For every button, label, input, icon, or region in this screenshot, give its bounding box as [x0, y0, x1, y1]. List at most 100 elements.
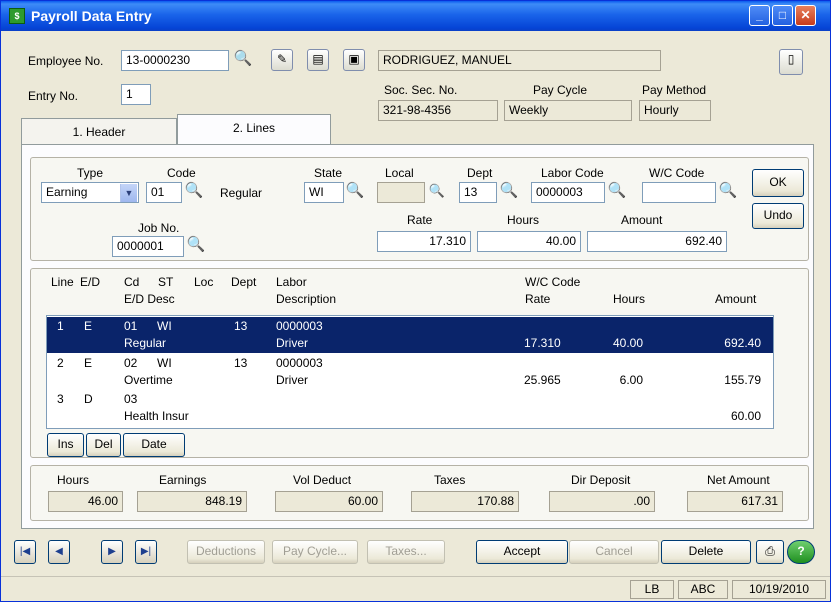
row-line: 2	[57, 356, 64, 370]
hours-field[interactable]: 40.00	[477, 231, 581, 252]
previous-record-icon: ◀	[55, 546, 63, 557]
accept-button[interactable]: Accept	[476, 540, 568, 564]
title-bar[interactable]: $ Payroll Data Entry _ □ ✕	[1, 1, 830, 31]
local-field	[377, 182, 425, 203]
row-st: WI	[157, 356, 172, 370]
rate-label: Rate	[407, 213, 433, 227]
last-record-icon: ▶|	[140, 546, 152, 557]
rate-field[interactable]: 17.310	[377, 231, 471, 252]
payroll-data-entry-window: $ Payroll Data Entry _ □ ✕ Employee No. …	[0, 0, 831, 602]
state-field[interactable]: WI	[304, 182, 344, 203]
help-icon: ?	[797, 544, 805, 558]
print-button[interactable]: ⎙	[756, 540, 784, 564]
pay-cycle-button[interactable]: Pay Cycle...	[272, 540, 358, 564]
row-amount: 692.40	[724, 336, 761, 350]
job-search-button[interactable]: 🔍	[185, 235, 207, 257]
minimize-button[interactable]: _	[749, 5, 770, 26]
row-ed-desc: Health Insur	[124, 409, 189, 423]
tab-lines[interactable]: 2. Lines	[177, 114, 331, 144]
net-amount-label: Net Amount	[707, 473, 770, 487]
maximize-button[interactable]: □	[772, 5, 793, 26]
table-row[interactable]: 2 E 02 WI 13 0000003 Overtime Driver 25.…	[47, 354, 773, 390]
deductions-button[interactable]: Deductions	[187, 540, 265, 564]
search-icon: 🔍	[718, 182, 738, 199]
col-ed-desc: E/D Desc	[124, 292, 175, 306]
code-field[interactable]: 01	[146, 182, 182, 203]
dept-search-button[interactable]: 🔍	[498, 181, 520, 203]
col-loc: Loc	[194, 275, 214, 289]
taxes-button[interactable]: Taxes...	[367, 540, 445, 564]
local-label: Local	[385, 166, 414, 180]
amount-field[interactable]: 692.40	[587, 231, 727, 252]
last-record-button[interactable]: ▶|	[135, 540, 157, 564]
first-record-button[interactable]: |◀	[14, 540, 36, 564]
employee-no-field[interactable]: 13-0000230	[121, 50, 229, 71]
labor-code-search-button[interactable]: 🔍	[606, 181, 628, 203]
col-description: Description	[276, 292, 337, 306]
job-no-field[interactable]: 0000001	[112, 236, 184, 257]
ssn-field: 321-98-4356	[378, 100, 498, 121]
row-amount: 60.00	[730, 409, 761, 423]
wc-code-field[interactable]	[642, 182, 716, 203]
employee-memo-button[interactable]: ✎	[271, 49, 293, 71]
lines-grid[interactable]: 1 E 01 WI 13 0000003 Regular Driver 17.3…	[46, 315, 774, 429]
tab-lines-label: 2. Lines	[232, 121, 276, 135]
pay-method-label: Pay Method	[642, 83, 707, 97]
employee-lookup-button[interactable]: ▣	[343, 49, 365, 71]
vol-deduct-label: Vol Deduct	[293, 473, 352, 487]
close-button[interactable]: ✕	[795, 5, 816, 26]
col-dept: Dept	[231, 275, 257, 289]
entry-no-label: Entry No.	[28, 89, 79, 103]
tab-header[interactable]: 1. Header	[21, 118, 177, 146]
type-value: Earning	[46, 185, 88, 199]
employee-search-button[interactable]: 🔍	[232, 49, 254, 71]
delete-button[interactable]: Delete	[661, 540, 751, 564]
help-button[interactable]: ?	[787, 540, 815, 564]
notes-button[interactable]: ▯	[779, 49, 803, 75]
date-button[interactable]: Date	[123, 433, 185, 457]
hours-label: Hours	[507, 213, 540, 227]
insert-line-button[interactable]: Ins	[47, 433, 84, 457]
state-search-button[interactable]: 🔍	[344, 181, 366, 203]
labor-code-field[interactable]: 0000003	[531, 182, 605, 203]
dept-field[interactable]: 13	[459, 182, 497, 203]
status-user: LB	[630, 580, 674, 599]
col-st: ST	[158, 275, 174, 289]
search-icon: 🔍	[233, 50, 253, 67]
row-cd: 02	[124, 356, 138, 370]
cancel-button[interactable]: Cancel	[569, 540, 659, 564]
earnings-label: Earnings	[159, 473, 207, 487]
row-hours: 6.00	[619, 373, 643, 387]
pay-cycle-label: Pay Cycle	[533, 83, 588, 97]
type-select[interactable]: Earning ▼	[41, 182, 139, 203]
table-row[interactable]: 1 E 01 WI 13 0000003 Regular Driver 17.3…	[47, 317, 773, 353]
entry-no-field[interactable]: 1	[121, 84, 151, 105]
labor-code-label: Labor Code	[541, 166, 604, 180]
delete-line-button[interactable]: Del	[86, 433, 121, 457]
row-ed: E	[84, 356, 93, 370]
search-icon: 🔍	[186, 236, 206, 253]
undo-button[interactable]: Undo	[752, 203, 804, 229]
previous-record-button[interactable]: ◀	[48, 540, 70, 564]
table-row[interactable]: 3 D 03 Health Insur 60.00	[47, 390, 773, 426]
earnings-field: 848.19	[137, 491, 247, 512]
next-record-button[interactable]: ▶	[101, 540, 123, 564]
tab-header-label: 1. Header	[72, 125, 126, 139]
dir-deposit-label: Dir Deposit	[571, 473, 631, 487]
blank-page-icon: ▯	[787, 52, 795, 66]
vol-deduct-field: 60.00	[275, 491, 383, 512]
wc-code-search-button[interactable]: 🔍	[717, 181, 739, 203]
status-bar: LB ABC 10/19/2010	[1, 576, 830, 601]
row-labor: 0000003	[276, 319, 323, 333]
taxes-label: Taxes	[434, 473, 466, 487]
wc-code-label: W/C Code	[649, 166, 705, 180]
code-search-button[interactable]: 🔍	[183, 181, 205, 203]
ok-button[interactable]: OK	[752, 169, 804, 197]
employee-name-field: RODRIGUEZ, MANUEL	[378, 50, 661, 71]
job-no-label: Job No.	[138, 221, 180, 235]
employee-detail-button[interactable]: ▤	[307, 49, 329, 71]
row-labor: 0000003	[276, 356, 323, 370]
employee-no-label: Employee No.	[28, 54, 104, 68]
chevron-down-icon[interactable]: ▼	[120, 184, 137, 202]
row-ed: E	[84, 319, 93, 333]
